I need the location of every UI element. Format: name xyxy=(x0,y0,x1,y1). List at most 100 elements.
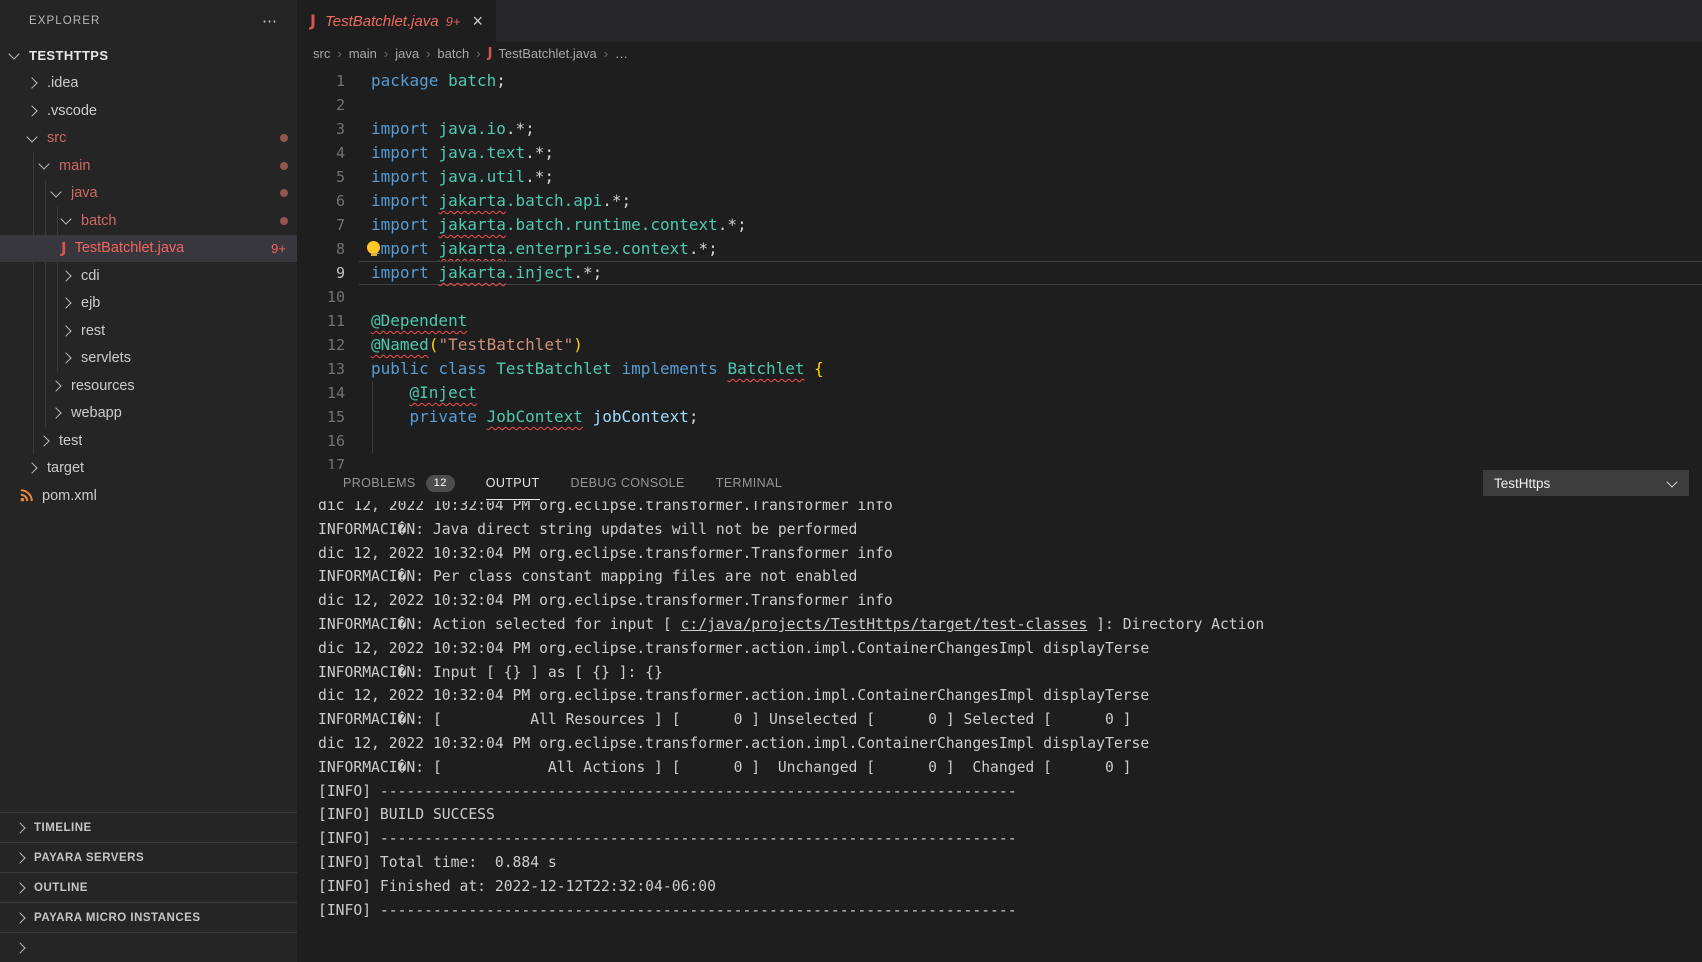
modified-error-dot xyxy=(280,217,288,225)
code-line-14[interactable]: 14 @Inject xyxy=(297,381,1702,405)
panel-tab-terminal[interactable]: TERMINAL xyxy=(716,465,782,501)
tree-item-webapp[interactable]: webapp xyxy=(0,400,297,428)
tree-item-pom-xml[interactable]: pom.xml xyxy=(0,482,297,510)
tree-item-rest[interactable]: rest xyxy=(0,317,297,345)
tree-item-label: pom.xml xyxy=(42,488,97,504)
code-token: java.io xyxy=(438,119,505,138)
code-line-17[interactable]: 17 xyxy=(297,453,1702,469)
code-line-9[interactable]: 9 import jakarta.inject.*; xyxy=(297,261,1702,285)
code-line-16[interactable]: 16 xyxy=(297,429,1702,453)
code-token: public xyxy=(371,359,429,378)
code-line-3[interactable]: 3import java.io.*; xyxy=(297,117,1702,141)
tree-item-cdi[interactable]: cdi xyxy=(0,262,297,290)
code-line-13[interactable]: 13public class TestBatchlet implements B… xyxy=(297,357,1702,381)
output-line: dic 12, 2022 10:32:04 PM org.eclipse.tra… xyxy=(318,684,1702,708)
dropdown-value: TestHttps xyxy=(1494,476,1550,491)
panel-tab-output[interactable]: OUTPUT xyxy=(486,465,540,501)
error-count-badge: 9+ xyxy=(271,241,286,256)
breadcrumb-item-main[interactable]: main xyxy=(349,46,377,61)
code-token xyxy=(429,359,439,378)
lightbulb-icon[interactable] xyxy=(367,241,380,254)
tree-item-java[interactable]: java xyxy=(0,180,297,208)
breadcrumb-item-testbatchlet-java[interactable]: TestBatchlet.java xyxy=(498,46,596,61)
tree-item-label: main xyxy=(59,158,90,174)
tree-item-resources[interactable]: resources xyxy=(0,372,297,400)
code-token xyxy=(429,119,439,138)
sidebar-section-timeline[interactable]: TIMELINE xyxy=(0,812,297,842)
code-line-content: import jakarta.inject.*; xyxy=(371,261,602,285)
output-text: dic 12, 2022 10:32:04 PM org.eclipse.tra… xyxy=(318,687,1149,704)
panel-run-config-dropdown[interactable]: TestHttps xyxy=(1483,470,1689,496)
tree-item-test[interactable]: test xyxy=(0,427,297,455)
close-icon[interactable]: × xyxy=(472,12,483,30)
code-token: .*; xyxy=(718,215,747,234)
tree-item-batch[interactable]: batch xyxy=(0,207,297,235)
code-token: @Dependent xyxy=(371,311,467,330)
output-path-link[interactable]: c:/java/projects/TestHttps/target/test-c… xyxy=(681,616,1088,633)
tree-item-testhttps[interactable]: TESTHTTPS xyxy=(0,42,297,70)
code-line-10[interactable]: 10 xyxy=(297,285,1702,309)
breadcrumb-item-[interactable]: … xyxy=(615,46,628,61)
code-line-15[interactable]: 15 private JobContext jobContext; xyxy=(297,405,1702,429)
output-line: dic 12, 2022 10:32:04 PM org.eclipse.tra… xyxy=(318,637,1702,661)
output-line: INFORMACI�N: [ All Actions ] [ 0 ] Uncha… xyxy=(318,756,1702,780)
tree-item-label: TESTHTTPS xyxy=(29,48,108,63)
code-token: batch xyxy=(448,71,496,90)
tree-item-label: target xyxy=(47,460,84,476)
line-number: 1 xyxy=(297,69,345,93)
breadcrumb-item-batch[interactable]: batch xyxy=(437,46,469,61)
breadcrumb-separator: › xyxy=(384,46,388,61)
sidebar-section-payara-servers[interactable]: PAYARA SERVERS xyxy=(0,842,297,872)
tree-item-src[interactable]: src xyxy=(0,125,297,153)
code-token: @Named xyxy=(371,335,429,354)
code-line-4[interactable]: 4import java.text.*; xyxy=(297,141,1702,165)
code-editor[interactable]: 1package batch;23import java.io.*;4impor… xyxy=(297,64,1702,469)
panel-tab-label: PROBLEMS xyxy=(343,476,416,490)
panel-tab-problems[interactable]: PROBLEMS12 xyxy=(343,465,455,501)
output-text: dic 12, 2022 10:32:04 PM org.eclipse.tra… xyxy=(318,735,1149,752)
code-line-8[interactable]: 8import jakarta.enterprise.context.*; xyxy=(297,237,1702,261)
code-token: Batchlet xyxy=(727,359,804,378)
code-token: .inject xyxy=(506,263,573,282)
code-line-2[interactable]: 2 xyxy=(297,93,1702,117)
sidebar-section-blank[interactable] xyxy=(0,932,297,962)
output-line: [INFO] BUILD SUCCESS xyxy=(318,803,1702,827)
code-line-11[interactable]: 11@Dependent xyxy=(297,309,1702,333)
code-token: .*; xyxy=(506,119,535,138)
panel-tab-debug-console[interactable]: DEBUG CONSOLE xyxy=(571,465,685,501)
tree-item-vscode[interactable]: .vscode xyxy=(0,97,297,125)
more-actions-icon[interactable]: ⋯ xyxy=(262,12,279,30)
output-text: dic 12, 2022 10:32:04 PM org.eclipse.tra… xyxy=(318,545,893,562)
breadcrumb-item-src[interactable]: src xyxy=(313,46,330,61)
sidebar-section-outline[interactable]: OUTLINE xyxy=(0,872,297,902)
code-token: import xyxy=(371,215,429,234)
line-number: 9 xyxy=(297,261,345,285)
chevron-right-icon xyxy=(26,463,37,474)
line-number: 6 xyxy=(297,189,345,213)
tree-item-idea[interactable]: .idea xyxy=(0,70,297,98)
chevron-down-icon xyxy=(8,49,19,60)
tree-item-main[interactable]: main xyxy=(0,152,297,180)
tree-item-label: test xyxy=(59,433,82,449)
code-token xyxy=(718,359,728,378)
tree-item-servlets[interactable]: servlets xyxy=(0,345,297,373)
code-token xyxy=(487,359,497,378)
sidebar-section-payara-micro-instances[interactable]: PAYARA MICRO INSTANCES xyxy=(0,902,297,932)
tree-item-testbatchlet-java[interactable]: JTestBatchlet.java9+ xyxy=(0,235,297,263)
panel-tab-label: OUTPUT xyxy=(486,476,540,490)
code-token xyxy=(805,359,815,378)
code-line-5[interactable]: 5import java.util.*; xyxy=(297,165,1702,189)
output-line: [INFO] ---------------------------------… xyxy=(318,827,1702,851)
output-line: dic 12, 2022 10:32:04 PM org.eclipse.tra… xyxy=(318,589,1702,613)
code-line-content: import java.io.*; xyxy=(371,117,535,141)
tree-item-target[interactable]: target xyxy=(0,455,297,483)
tab-testbatchlet-java[interactable]: J TestBatchlet.java 9+ × xyxy=(297,0,496,42)
code-line-12[interactable]: 12@Named("TestBatchlet") xyxy=(297,333,1702,357)
code-line-1[interactable]: 1package batch; xyxy=(297,69,1702,93)
output-log[interactable]: dic 12, 2022 10:32:04 PM org.eclipse.tra… xyxy=(297,501,1702,936)
tree-item-ejb[interactable]: ejb xyxy=(0,290,297,318)
output-text: [INFO] Finished at: 2022-12-12T22:32:04-… xyxy=(318,878,716,895)
code-line-6[interactable]: 6import jakarta.batch.api.*; xyxy=(297,189,1702,213)
breadcrumb-item-java[interactable]: java xyxy=(395,46,419,61)
code-line-7[interactable]: 7import jakarta.batch.runtime.context.*; xyxy=(297,213,1702,237)
